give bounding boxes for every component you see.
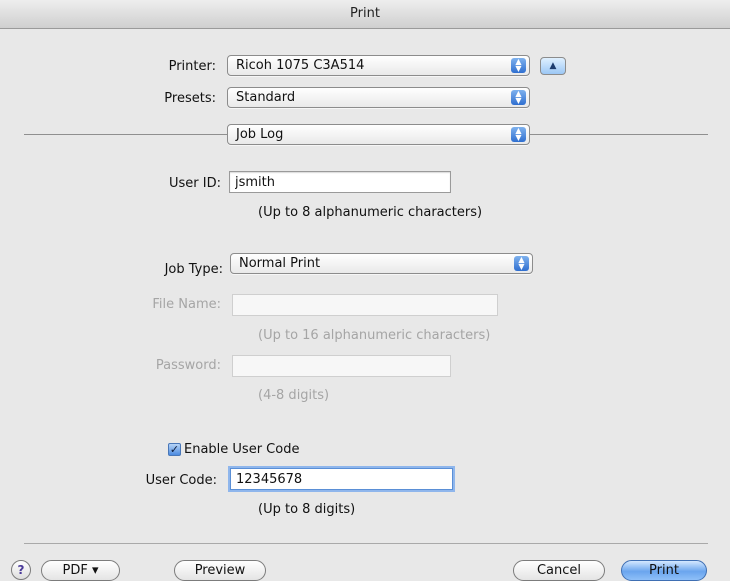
panel-popup[interactable]: Job Log ▲ ▼: [227, 124, 530, 145]
enable-user-code-checkbox[interactable]: ✓: [168, 443, 181, 456]
file-name-input: [233, 295, 497, 315]
user-id-input[interactable]: [230, 172, 450, 192]
user-code-label: User Code:: [145, 473, 217, 488]
password-input: [233, 356, 450, 376]
job-type-popup[interactable]: Normal Print ▲ ▼: [230, 253, 533, 274]
updown-arrows-icon: ▲ ▼: [514, 256, 529, 271]
user-id-hint: (Up to 8 alphanumeric characters): [258, 205, 483, 220]
presets-label: Presets:: [164, 91, 216, 106]
panel-value: Job Log: [236, 127, 284, 142]
password-label: Password:: [155, 358, 221, 373]
checkmark-icon: ✓: [169, 443, 180, 456]
printer-value: Ricoh 1075 C3A514: [236, 58, 365, 73]
user-code-hint: (Up to 8 digits): [258, 502, 356, 517]
password-hint: (4-8 digits): [258, 388, 330, 403]
file-name-label: File Name:: [152, 297, 221, 312]
job-type-label: Job Type:: [164, 262, 223, 277]
updown-arrows-icon: ▲ ▼: [511, 90, 526, 105]
printer-label: Printer:: [168, 59, 216, 74]
disclosure-triangle-icon[interactable]: ▲: [540, 57, 566, 75]
enable-user-code-label[interactable]: Enable User Code: [184, 442, 299, 457]
file-name-field: [232, 294, 498, 316]
job-type-value: Normal Print: [239, 256, 321, 271]
cancel-button[interactable]: Cancel: [513, 560, 605, 581]
updown-arrows-icon: ▲ ▼: [511, 58, 526, 73]
user-code-input[interactable]: [231, 469, 452, 489]
printer-popup[interactable]: Ricoh 1075 C3A514 ▲ ▼: [227, 55, 530, 76]
preview-button[interactable]: Preview: [174, 560, 266, 581]
file-name-hint: (Up to 16 alphanumeric characters): [258, 328, 491, 343]
footer-separator: [24, 543, 708, 544]
updown-arrows-icon: ▲ ▼: [511, 127, 526, 142]
password-field: [232, 355, 451, 377]
user-code-field[interactable]: [230, 468, 453, 490]
pdf-menu-button[interactable]: PDF ▾: [41, 560, 120, 581]
presets-value: Standard: [236, 90, 296, 105]
help-button[interactable]: ?: [11, 560, 31, 580]
question-mark-icon: ?: [17, 563, 25, 577]
window-title: Print: [0, 0, 730, 29]
separator-left: [24, 134, 227, 135]
presets-popup[interactable]: Standard ▲ ▼: [227, 87, 530, 108]
user-id-field[interactable]: [229, 171, 451, 193]
separator-right: [530, 134, 708, 135]
print-button[interactable]: Print: [621, 560, 707, 581]
user-id-label: User ID:: [169, 176, 221, 191]
